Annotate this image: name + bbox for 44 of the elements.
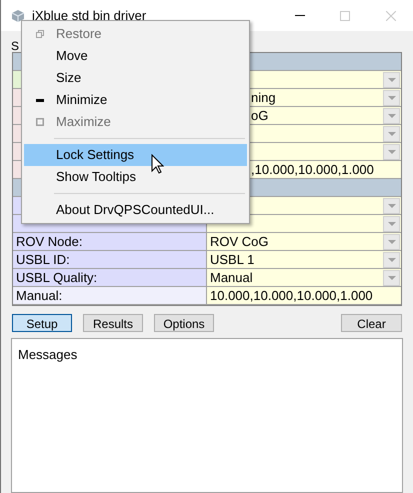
dropdown-button[interactable] <box>383 108 400 124</box>
dropdown-button[interactable] <box>383 216 400 232</box>
menu-item[interactable]: Lock Settings <box>24 144 247 166</box>
dropdown-button[interactable] <box>383 234 400 250</box>
dropdown-button[interactable] <box>383 198 400 214</box>
restore-icon <box>36 30 44 38</box>
messages-field[interactable]: Messages <box>11 338 403 493</box>
mouse-cursor-icon <box>151 154 164 174</box>
clear-button[interactable]: Clear <box>341 314 402 332</box>
dropdown-button[interactable] <box>383 90 400 106</box>
close-icon[interactable] <box>386 10 396 20</box>
property-label: USBL Quality: <box>13 269 207 286</box>
caret-icon <box>388 222 396 226</box>
property-label: ROV Node: <box>13 233 207 250</box>
dropdown-button[interactable] <box>383 252 400 268</box>
section-label: S <box>11 39 20 53</box>
caret-icon <box>388 240 396 244</box>
tab[interactable]: Options <box>154 314 214 332</box>
menu-item[interactable]: Minimize <box>24 89 247 111</box>
maximize-icon <box>36 118 44 126</box>
caret-icon <box>388 276 396 280</box>
property-label: Manual: <box>13 287 207 304</box>
menu-item[interactable]: About DrvQPSCountedUI... <box>24 199 247 221</box>
tab[interactable]: Results <box>83 314 143 332</box>
menu-item[interactable]: Size <box>24 67 247 89</box>
caret-icon <box>388 96 396 100</box>
caret-icon <box>388 114 396 118</box>
maximize-icon[interactable] <box>340 10 350 20</box>
dropdown-button[interactable] <box>383 126 400 142</box>
dropdown-button[interactable] <box>383 144 400 160</box>
caret-icon <box>388 204 396 208</box>
property-label: USBL ID: <box>13 251 207 268</box>
tab[interactable]: Setup <box>12 314 72 332</box>
menu-item[interactable]: Show Tooltips <box>24 166 247 188</box>
caret-icon <box>388 258 396 262</box>
caret-icon <box>388 150 396 154</box>
minimize-icon <box>36 98 44 102</box>
dropdown-button[interactable] <box>383 270 400 286</box>
window-title: iXblue std bin driver <box>32 6 148 25</box>
menu-item[interactable]: Move <box>24 45 247 67</box>
app-icon <box>11 8 25 22</box>
dropdown-button[interactable] <box>383 72 400 88</box>
caret-icon <box>388 78 396 82</box>
caret-icon <box>388 132 396 136</box>
